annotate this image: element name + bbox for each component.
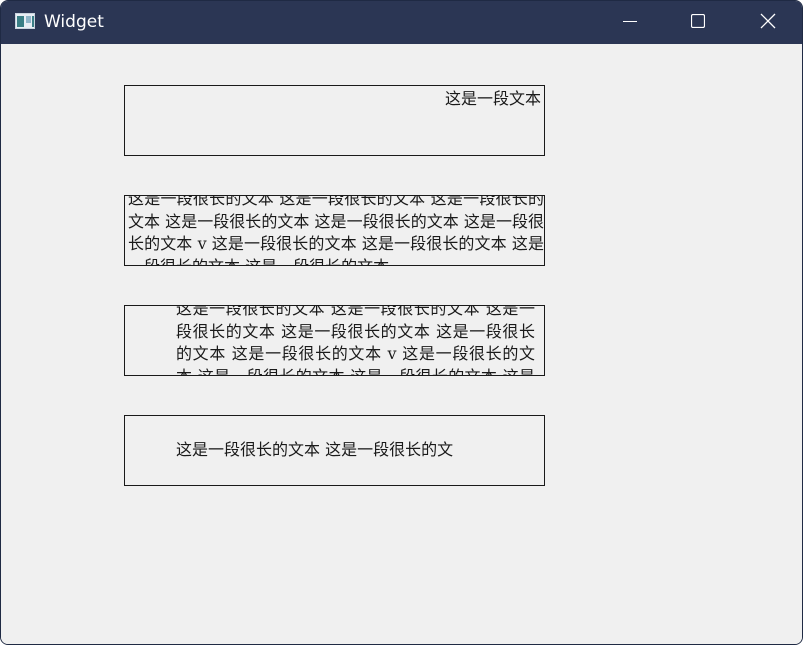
label-elided-centered: 这是一段很长的文本 这是一段很长的文 — [124, 415, 545, 486]
title-bar[interactable]: Widget — [1, 1, 802, 44]
app-icon — [15, 13, 35, 29]
label-long-wrapped: 这是一段很长的文本 这是一段很长的文本 这是一段很长的文本 这是一段很长的文本 … — [124, 195, 545, 266]
close-button[interactable] — [734, 1, 802, 44]
app-window: Widget 这是一段文本 这是一段很长的文本 这是一段很长的文本 这是一段很长… — [0, 0, 803, 645]
label-short-right-aligned: 这是一段文本 — [124, 85, 545, 156]
label-text: 这是一段很长的文本 这是一段很长的文本 这是一段很长的文本 这是一段很长的文本 … — [176, 305, 535, 376]
client-area: 这是一段文本 这是一段很长的文本 这是一段很长的文本 这是一段很长的文本 这是一… — [1, 44, 802, 644]
label-text: 这是一段很长的文本 这是一段很长的文本 这是一段很长的文本 这是一段很长的文本 … — [128, 195, 544, 266]
label-text: 这是一段文本 — [444, 89, 541, 108]
close-icon — [760, 13, 776, 33]
maximize-button[interactable] — [664, 1, 732, 44]
label-text: 这是一段很长的文本 这是一段很长的文 — [176, 440, 454, 459]
label-long-indented-wrapped: 这是一段很长的文本 这是一段很长的文本 这是一段很长的文本 这是一段很长的文本 … — [124, 305, 545, 376]
minimize-button[interactable] — [596, 1, 664, 44]
window-title: Widget — [44, 12, 104, 32]
maximize-icon — [690, 13, 706, 32]
minimize-icon — [623, 13, 637, 32]
